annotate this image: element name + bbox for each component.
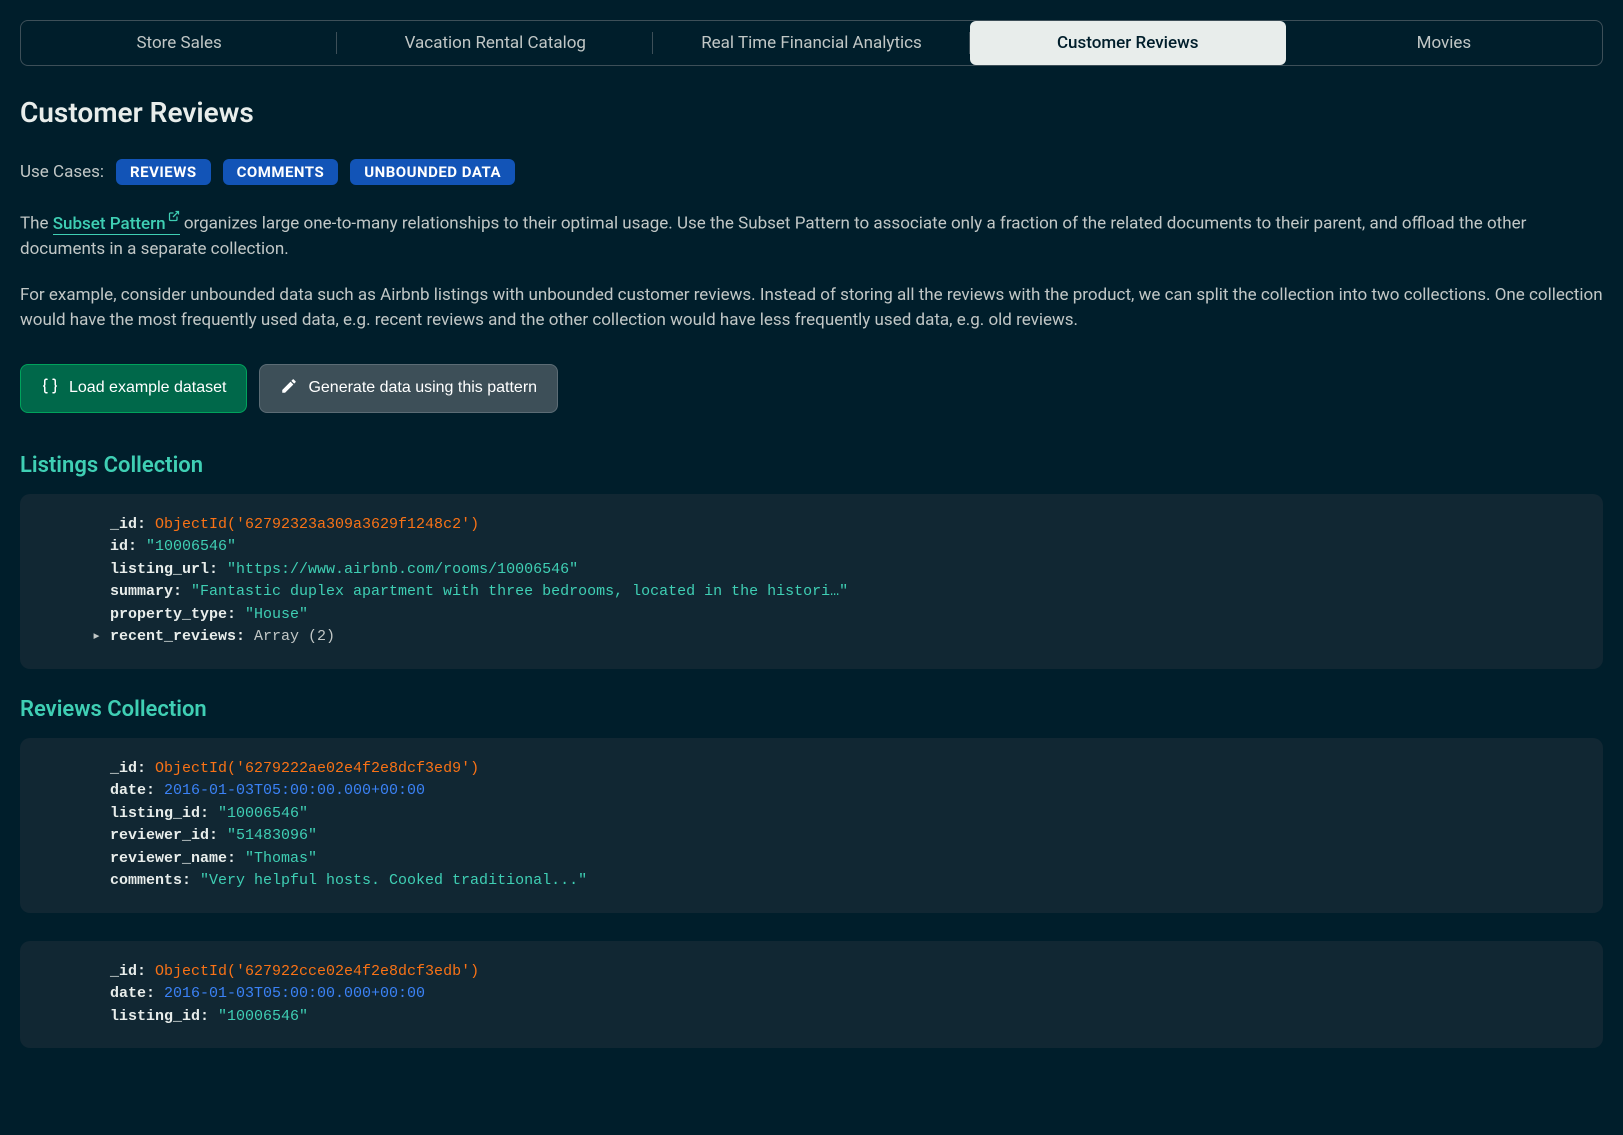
review1-comments-value: "Very helpful hosts. Cooked traditional.… (200, 872, 587, 889)
tab-store-sales[interactable]: Store Sales (21, 21, 337, 65)
intro-suffix: organizes large one-to-many relationship… (20, 214, 1526, 260)
use-cases-row: Use Cases: REVIEWS COMMENTS UNBOUNDED DA… (20, 159, 1603, 185)
reviews-code-block-1: _id: ObjectId('6279222ae02e4f2e8dcf3ed9'… (20, 738, 1603, 913)
tab-customer-reviews[interactable]: Customer Reviews (970, 21, 1286, 65)
listings-property-value: "House" (245, 606, 308, 623)
listings-idstr-value: "10006546" (146, 538, 236, 555)
review2-date-value: 2016-01-03T05:00:00.000+00:00 (164, 985, 425, 1002)
link-text: Subset Pattern (53, 214, 166, 234)
reviews-code-block-2: _id: ObjectId('627922cce02e4f2e8dcf3edb'… (20, 941, 1603, 1049)
tab-bar: Store Sales Vacation Rental Catalog Real… (20, 20, 1603, 66)
pill-comments: COMMENTS (223, 159, 339, 185)
tab-vacation-rental[interactable]: Vacation Rental Catalog (337, 21, 653, 65)
review1-listing-id-value: "10006546" (218, 805, 308, 822)
generate-data-button[interactable]: Generate data using this pattern (259, 364, 558, 413)
pill-reviews: REVIEWS (116, 159, 211, 185)
tab-financial-analytics[interactable]: Real Time Financial Analytics (653, 21, 969, 65)
example-paragraph: For example, consider unbounded data suc… (20, 283, 1603, 334)
review2-listing-id-value: "10006546" (218, 1008, 308, 1025)
expand-caret-icon[interactable]: ▸ (92, 626, 101, 649)
review2-id-value: ObjectId('627922cce02e4f2e8dcf3edb') (155, 963, 479, 980)
load-example-button[interactable]: Load example dataset (20, 364, 247, 413)
listings-url-value: "https://www.airbnb.com/rooms/10006546" (227, 561, 578, 578)
reviews-heading: Reviews Collection (20, 697, 1603, 722)
review1-date-value: 2016-01-03T05:00:00.000+00:00 (164, 782, 425, 799)
intro-paragraph: The Subset Pattern organizes large one-t… (20, 209, 1603, 263)
tab-movies[interactable]: Movies (1286, 21, 1602, 65)
load-example-label: Load example dataset (69, 379, 226, 397)
listings-summary-value: "Fantastic duplex apartment with three b… (191, 583, 848, 600)
braces-icon (41, 377, 59, 400)
listings-recent-reviews-value: Array (2) (254, 628, 335, 645)
external-link-icon (168, 209, 180, 227)
page-title: Customer Reviews (20, 96, 1603, 129)
button-row: Load example dataset Generate data using… (20, 364, 1603, 413)
pencil-icon (280, 377, 298, 400)
review1-reviewer-id-value: "51483096" (227, 827, 317, 844)
review1-reviewer-name-value: "Thomas" (245, 850, 317, 867)
pill-unbounded: UNBOUNDED DATA (350, 159, 515, 185)
intro-prefix: The (20, 214, 53, 234)
generate-data-label: Generate data using this pattern (308, 379, 537, 397)
listings-code-block: _id: ObjectId('62792323a309a3629f1248c2'… (20, 494, 1603, 669)
listings-id-value: ObjectId('62792323a309a3629f1248c2') (155, 516, 479, 533)
subset-pattern-link[interactable]: Subset Pattern (53, 214, 180, 235)
review1-id-value: ObjectId('6279222ae02e4f2e8dcf3ed9') (155, 760, 479, 777)
use-cases-label: Use Cases: (20, 162, 104, 182)
listings-heading: Listings Collection (20, 453, 1603, 478)
